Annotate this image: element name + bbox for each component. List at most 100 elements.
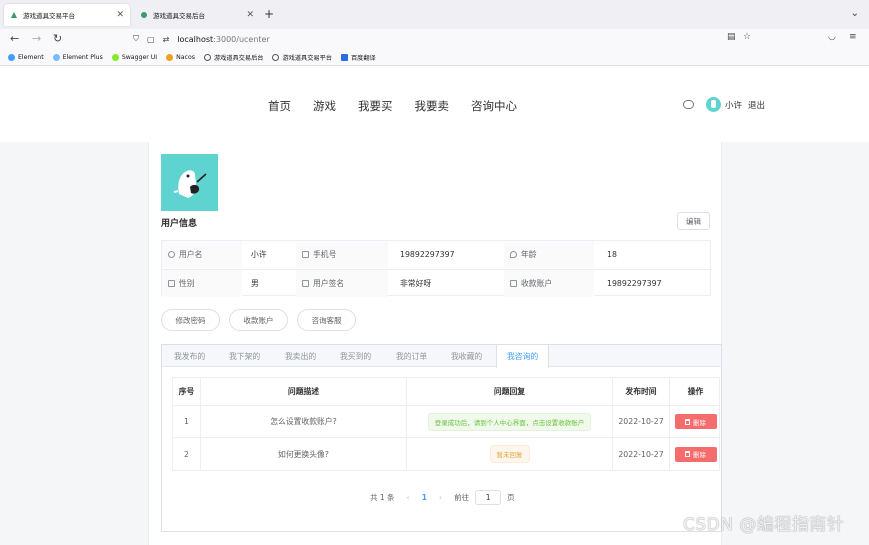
info-value: 18 [607, 250, 617, 259]
info-row: 用户名 小许 手机号 19892297397 年龄 18 [162, 241, 712, 269]
logout-link[interactable]: 退出 [748, 99, 765, 111]
delete-button[interactable]: 删除 [674, 446, 717, 462]
swagger-icon [111, 53, 119, 61]
element-plus-icon [52, 53, 60, 61]
bookmark-item[interactable]: Element Plus [52, 53, 103, 61]
reader-mode-icon[interactable]: ▤ [727, 32, 736, 42]
info-label: 年龄 [504, 241, 594, 268]
page: 首页 游戏 我要买 我要卖 咨询中心 小许 退出 用户信息 编辑 用户名 小许 [0, 66, 869, 545]
info-value: 非常好呀 [400, 279, 432, 288]
nacos-icon [166, 53, 174, 61]
consult-table: 序号 问题描述 问题回复 发布时间 操作 1 怎么设置收款账户? 登录成功后，请… [172, 377, 720, 471]
chevron-down-icon[interactable]: ⌄ [851, 8, 859, 19]
user-center-card: 用户信息 编辑 用户名 小许 手机号 19892297397 年龄 18 性别 … [148, 142, 722, 545]
user-info-table: 用户名 小许 手机号 19892297397 年龄 18 性别 男 用户签名 非… [161, 240, 712, 297]
menu-item-buy[interactable]: 我要买 [358, 98, 393, 114]
forward-icon[interactable]: → [32, 31, 41, 47]
bookmark-item[interactable]: 游戏道具交易后台 [203, 53, 263, 62]
next-page-icon[interactable]: › [439, 493, 442, 502]
avatar[interactable] [706, 97, 721, 112]
table-row: 1 怎么设置收款账户? 登录成功后，请到个人中心界面，点击设置收款账户 2022… [173, 406, 719, 438]
bookmarks-bar: Element Element Plus Swagger UI Nacos 游戏… [0, 49, 869, 66]
bookmark-item[interactable]: 百度翻译 [340, 53, 376, 62]
publish-date: 2022-10-27 [613, 406, 670, 437]
url-path: :3000/ucenter [213, 34, 270, 44]
location-icon [510, 251, 517, 258]
tab-orders[interactable]: 我的订单 [396, 345, 427, 367]
new-tab-icon[interactable]: + [264, 7, 274, 21]
info-value: 19892297397 [607, 279, 662, 288]
reply-cell: 登录成功后，请到个人中心界面，点击设置收款账户 [407, 406, 613, 437]
browser-tab-active[interactable]: 游戏道具交易平台 ✕ [4, 4, 130, 26]
star-icon[interactable]: ☆ [743, 32, 751, 42]
globe-icon [203, 53, 211, 61]
user-avatar [161, 154, 218, 211]
browser-tab-bar: 游戏道具交易平台 ✕ 游戏道具交易后台 ✕ + ⌄ [0, 0, 869, 29]
bookmark-item[interactable]: Swagger UI [111, 53, 157, 61]
chat-icon[interactable] [683, 100, 694, 109]
back-icon[interactable]: ← [10, 31, 19, 47]
gender-icon [168, 280, 175, 287]
close-tab-icon[interactable]: ✕ [116, 10, 124, 20]
tab-consulted[interactable]: 我咨询的 [496, 345, 550, 368]
row-number: 2 [173, 438, 201, 470]
menu-item-consult[interactable]: 咨询中心 [471, 98, 517, 114]
info-value: 19892297397 [400, 250, 455, 259]
info-value: 男 [251, 279, 259, 288]
close-tab-icon[interactable]: ✕ [246, 10, 254, 20]
info-row: 性别 男 用户签名 非常好呀 收款账户 19892297397 [162, 269, 712, 297]
question-text: 怎么设置收款账户? [201, 406, 407, 437]
info-label: 性别 [162, 270, 242, 297]
phone-icon [302, 251, 309, 258]
connection-icon: ⇄ [162, 34, 170, 44]
translate-icon [340, 53, 348, 61]
tab-favorites[interactable]: 我收藏的 [451, 345, 482, 367]
goto-page-input[interactable]: 1 [475, 490, 502, 505]
shield-icon: ⛉ [133, 34, 139, 43]
table-header-row: 序号 问题描述 问题回复 发布时间 操作 [173, 378, 719, 406]
browser-tab[interactable]: 游戏道具交易后台 ✕ [134, 4, 260, 26]
page-number[interactable]: 1 [422, 493, 427, 502]
tab-sold[interactable]: 我卖出的 [285, 345, 316, 367]
delete-button[interactable]: 删除 [674, 414, 717, 429]
column-header: 问题描述 [201, 378, 407, 405]
info-label: 用户签名 [296, 270, 388, 297]
tabs-container: 我发布的 我下架的 我卖出的 我买到的 我的订单 我收藏的 我咨询的 序号 问题… [161, 344, 722, 532]
reply-tag: 登录成功后，请到个人中心界面，点击设置收款账户 [427, 412, 592, 431]
menu-item-sell[interactable]: 我要卖 [415, 98, 450, 114]
column-header: 发布时间 [613, 378, 670, 405]
bank-icon [510, 280, 517, 287]
globe-icon [272, 53, 280, 61]
tab-title: 游戏道具交易平台 [23, 12, 75, 20]
row-number: 1 [173, 406, 201, 437]
action-cell: 删除 [670, 406, 721, 437]
reload-icon[interactable]: ↻ [53, 31, 62, 47]
bookmark-item[interactable]: Nacos [166, 53, 195, 61]
header-username[interactable]: 小许 [725, 99, 742, 111]
watermark: CSDN @编程指南针 [683, 515, 845, 535]
tab-bought[interactable]: 我买到的 [340, 345, 371, 367]
bookmark-item[interactable]: 游戏道具交易平台 [272, 53, 332, 62]
change-password-button[interactable]: 修改密码 [161, 309, 220, 331]
info-label: 手机号 [296, 241, 388, 268]
bookmark-item[interactable]: Element [8, 53, 44, 61]
prev-page-icon[interactable]: ‹ [407, 493, 410, 502]
action-cell: 删除 [670, 438, 721, 470]
menu-item-home[interactable]: 首页 [268, 98, 291, 114]
tab-published[interactable]: 我发布的 [174, 345, 205, 367]
trash-icon [685, 451, 690, 457]
menu-icon[interactable]: ≡ [849, 32, 857, 42]
user-area: 小许 退出 [683, 97, 765, 112]
column-header: 序号 [173, 378, 201, 405]
tabs-header: 我发布的 我下架的 我卖出的 我买到的 我的订单 我收藏的 我咨询的 [162, 345, 721, 368]
tab-removed[interactable]: 我下架的 [229, 345, 260, 367]
menu-item-games[interactable]: 游戏 [313, 98, 336, 114]
payment-account-button[interactable]: 收款账户 [229, 309, 288, 331]
address-bar[interactable]: ⛉ ▢ ⇄ localhost:3000/ucenter [133, 30, 760, 48]
reply-tag: 暂未回复 [489, 445, 530, 463]
edit-button[interactable]: 编辑 [677, 212, 710, 230]
page-icon: ▢ [147, 34, 155, 44]
pocket-icon[interactable]: ◡ [828, 32, 836, 42]
publish-date: 2022-10-27 [613, 438, 670, 470]
contact-support-button[interactable]: 咨询客服 [297, 309, 356, 331]
